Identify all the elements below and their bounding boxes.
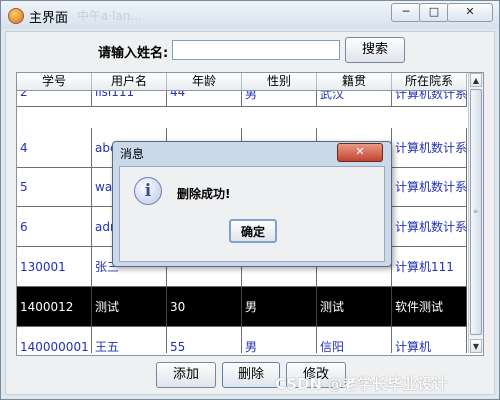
add-button[interactable]: 添加	[156, 362, 216, 388]
dialog-body: i 删除成功! 确定	[119, 166, 385, 262]
table-cell-age[interactable]: 44	[167, 91, 242, 107]
search-button[interactable]: 搜索	[345, 37, 405, 63]
window-title: 主界面	[29, 11, 69, 26]
table-cell-student-id[interactable]: 130001	[17, 247, 92, 287]
table-cell-department[interactable]: 计算机数计系	[392, 128, 467, 168]
search-input[interactable]	[172, 40, 340, 60]
delete-button[interactable]: 删除	[222, 362, 280, 388]
search-label: 请输入姓名:	[98, 46, 169, 61]
ok-button[interactable]: 确定	[229, 219, 277, 243]
title-bar[interactable]: 主界面 中午a·lan... ─ □ ✕	[1, 1, 499, 29]
table-row[interactable]: 140000001 王五 55 男信阳 计算机	[17, 327, 467, 353]
main-window: 主界面 中午a·lan... ─ □ ✕ 请输入姓名: 搜索 学号 用户名 年龄 性别…	[0, 0, 500, 400]
table-row[interactable]: 2 lisi111 44 男武汉 计算机数计系	[17, 91, 467, 107]
column-header-age[interactable]: 年龄	[167, 73, 242, 90]
table-cell-username[interactable]: 测试	[92, 287, 167, 327]
dialog-title: 消息	[120, 147, 145, 161]
maximize-button[interactable]: □	[419, 3, 449, 22]
table-cell-student-id[interactable]: 140000001	[17, 327, 92, 353]
table-cell-hometown[interactable]: 测试	[317, 287, 392, 327]
title-bar-ghost-text: 中午a·lan...	[77, 9, 142, 23]
column-header-hometown[interactable]: 籍贯	[317, 73, 392, 90]
column-header-username[interactable]: 用户名	[92, 73, 167, 90]
scroll-up-arrow-icon[interactable]: ▲	[470, 73, 482, 87]
dialog-message: 删除成功!	[177, 187, 231, 201]
table-cell-age[interactable]: 55	[167, 327, 242, 353]
scroll-down-arrow-icon[interactable]: ▼	[470, 339, 482, 353]
table-cell-hometown[interactable]: 武汉	[317, 91, 392, 107]
table-cell-username[interactable]: lisi111	[92, 91, 167, 107]
message-dialog: 消息 ✕ i 删除成功! 确定	[112, 141, 392, 267]
watermark: CSDN @老学长毕业设计	[275, 375, 448, 393]
table-cell-gender[interactable]: 男	[242, 287, 317, 327]
table-cell-student-id[interactable]: 5	[17, 167, 92, 207]
close-button[interactable]: ✕	[447, 3, 493, 22]
table-cell-student-id[interactable]: 6	[17, 207, 92, 247]
table-cell-age[interactable]: 30	[167, 287, 242, 327]
table-cell-student-id[interactable]: 4	[17, 128, 92, 168]
info-icon: i	[134, 177, 162, 205]
table-cell-gender[interactable]: 男	[242, 327, 317, 353]
table-cell-department[interactable]: 计算机数计系	[392, 207, 467, 247]
table-cell-username[interactable]: 王五	[92, 327, 167, 353]
table-cell-department[interactable]: 计算机数计系	[392, 167, 467, 207]
table-cell-gender[interactable]: 男	[242, 91, 317, 107]
table-row[interactable]: 1400012 测试 30 男测试 软件测试	[17, 287, 467, 327]
dialog-close-button[interactable]: ✕	[337, 143, 383, 162]
table-cell-department[interactable]: 计算机数计系	[392, 91, 467, 107]
table-cell-department[interactable]: 计算机111	[392, 247, 467, 287]
table-cell-department[interactable]: 软件测试	[392, 287, 467, 327]
vertical-scrollbar[interactable]: ▲ ≡ ▼	[468, 73, 483, 353]
table-cell-student-id[interactable]: 1400012	[17, 287, 92, 327]
column-header-student-id[interactable]: 学号	[17, 73, 92, 90]
app-icon	[8, 8, 24, 24]
table-cell-hometown[interactable]: 信阳	[317, 327, 392, 353]
table-cell-department[interactable]: 计算机	[392, 327, 467, 353]
column-header-gender[interactable]: 性别	[242, 73, 317, 90]
minimize-button[interactable]: ─	[391, 3, 421, 22]
scrollbar-thumb[interactable]: ≡	[470, 89, 482, 335]
table-cell-student-id[interactable]: 2	[17, 91, 92, 107]
table-header: 学号 用户名 年龄 性别 籍贯 所在院系	[17, 73, 467, 91]
scroll-grip-icon: ≡	[473, 208, 479, 215]
column-header-department[interactable]: 所在院系	[392, 73, 467, 90]
